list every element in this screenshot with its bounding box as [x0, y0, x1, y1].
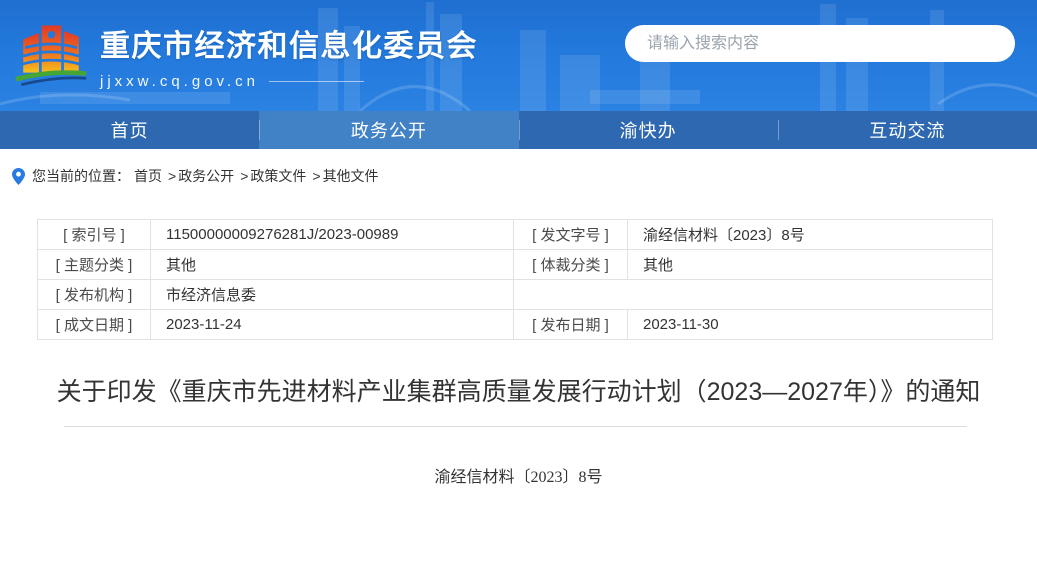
meta-label-document-number: [ 发文字号 ]: [514, 220, 628, 250]
meta-label-genre-category: [ 体裁分类 ]: [514, 250, 628, 280]
chongqing-emblem-icon: [14, 16, 88, 96]
breadcrumb-item-other-documents[interactable]: 其他文件: [323, 166, 379, 186]
breadcrumb-separator: >: [168, 168, 176, 184]
title-divider: [64, 426, 967, 427]
site-url: jjxxw.cq.gov.cn: [100, 73, 259, 90]
main-nav: 首页 政务公开 渝快办 互动交流: [0, 111, 1037, 149]
site-logo-link[interactable]: 重庆市经济和信息化委员会 jjxxw.cq.gov.cn: [14, 16, 478, 96]
breadcrumb-prefix: 您当前的位置：: [32, 166, 130, 186]
nav-item-yukuaiban[interactable]: 渝快办: [519, 111, 778, 149]
url-underline-decoration: [269, 81, 364, 82]
breadcrumb-separator: >: [240, 168, 248, 184]
meta-value-written-date: 2023-11-24: [151, 310, 514, 340]
meta-value-genre-category: 其他: [628, 250, 993, 280]
nav-item-government-affairs[interactable]: 政务公开: [259, 111, 518, 149]
meta-value-issuing-agency: 市经济信息委: [151, 280, 514, 310]
meta-label-publish-date: [ 发布日期 ]: [514, 310, 628, 340]
site-name: 重庆市经济和信息化委员会: [100, 21, 478, 65]
breadcrumb-item-policy-documents[interactable]: 政策文件: [250, 166, 306, 186]
meta-label-index-number: [ 索引号 ]: [38, 220, 151, 250]
meta-label-written-date: [ 成文日期 ]: [38, 310, 151, 340]
meta-value-publish-date: 2023-11-30: [628, 310, 993, 340]
breadcrumb-separator: >: [312, 168, 320, 184]
meta-value-index-number: 11500000009276281J/2023-00989: [151, 220, 514, 250]
table-row: [ 索引号 ] 11500000009276281J/2023-00989 [ …: [38, 220, 993, 250]
nav-item-home[interactable]: 首页: [0, 111, 259, 149]
meta-label-subject-category: [ 主题分类 ]: [38, 250, 151, 280]
meta-value-document-number: 渝经信材料〔2023〕8号: [628, 220, 993, 250]
site-header: 重庆市经济和信息化委员会 jjxxw.cq.gov.cn: [0, 0, 1037, 111]
meta-value-subject-category: 其他: [151, 250, 514, 280]
table-row: [ 成文日期 ] 2023-11-24 [ 发布日期 ] 2023-11-30: [38, 310, 993, 340]
breadcrumb: 您当前的位置： 首页 > 政务公开 > 政策文件 > 其他文件: [12, 166, 1037, 186]
nav-item-interaction[interactable]: 互动交流: [778, 111, 1037, 149]
document-meta-table: [ 索引号 ] 11500000009276281J/2023-00989 [ …: [37, 219, 993, 340]
breadcrumb-item-government-affairs[interactable]: 政务公开: [178, 166, 234, 186]
meta-empty-cell: [514, 280, 993, 310]
table-row: [ 发布机构 ] 市经济信息委: [38, 280, 993, 310]
location-pin-icon: [12, 168, 25, 185]
page-title: 关于印发《重庆市先进材料产业集群高质量发展行动计划（2023—2027年）》的通…: [40, 373, 997, 411]
search-input[interactable]: [625, 25, 1015, 62]
document-number: 渝经信材料〔2023〕8号: [0, 463, 1037, 487]
breadcrumb-item-home[interactable]: 首页: [134, 166, 162, 186]
meta-label-issuing-agency: [ 发布机构 ]: [38, 280, 151, 310]
table-row: [ 主题分类 ] 其他 [ 体裁分类 ] 其他: [38, 250, 993, 280]
